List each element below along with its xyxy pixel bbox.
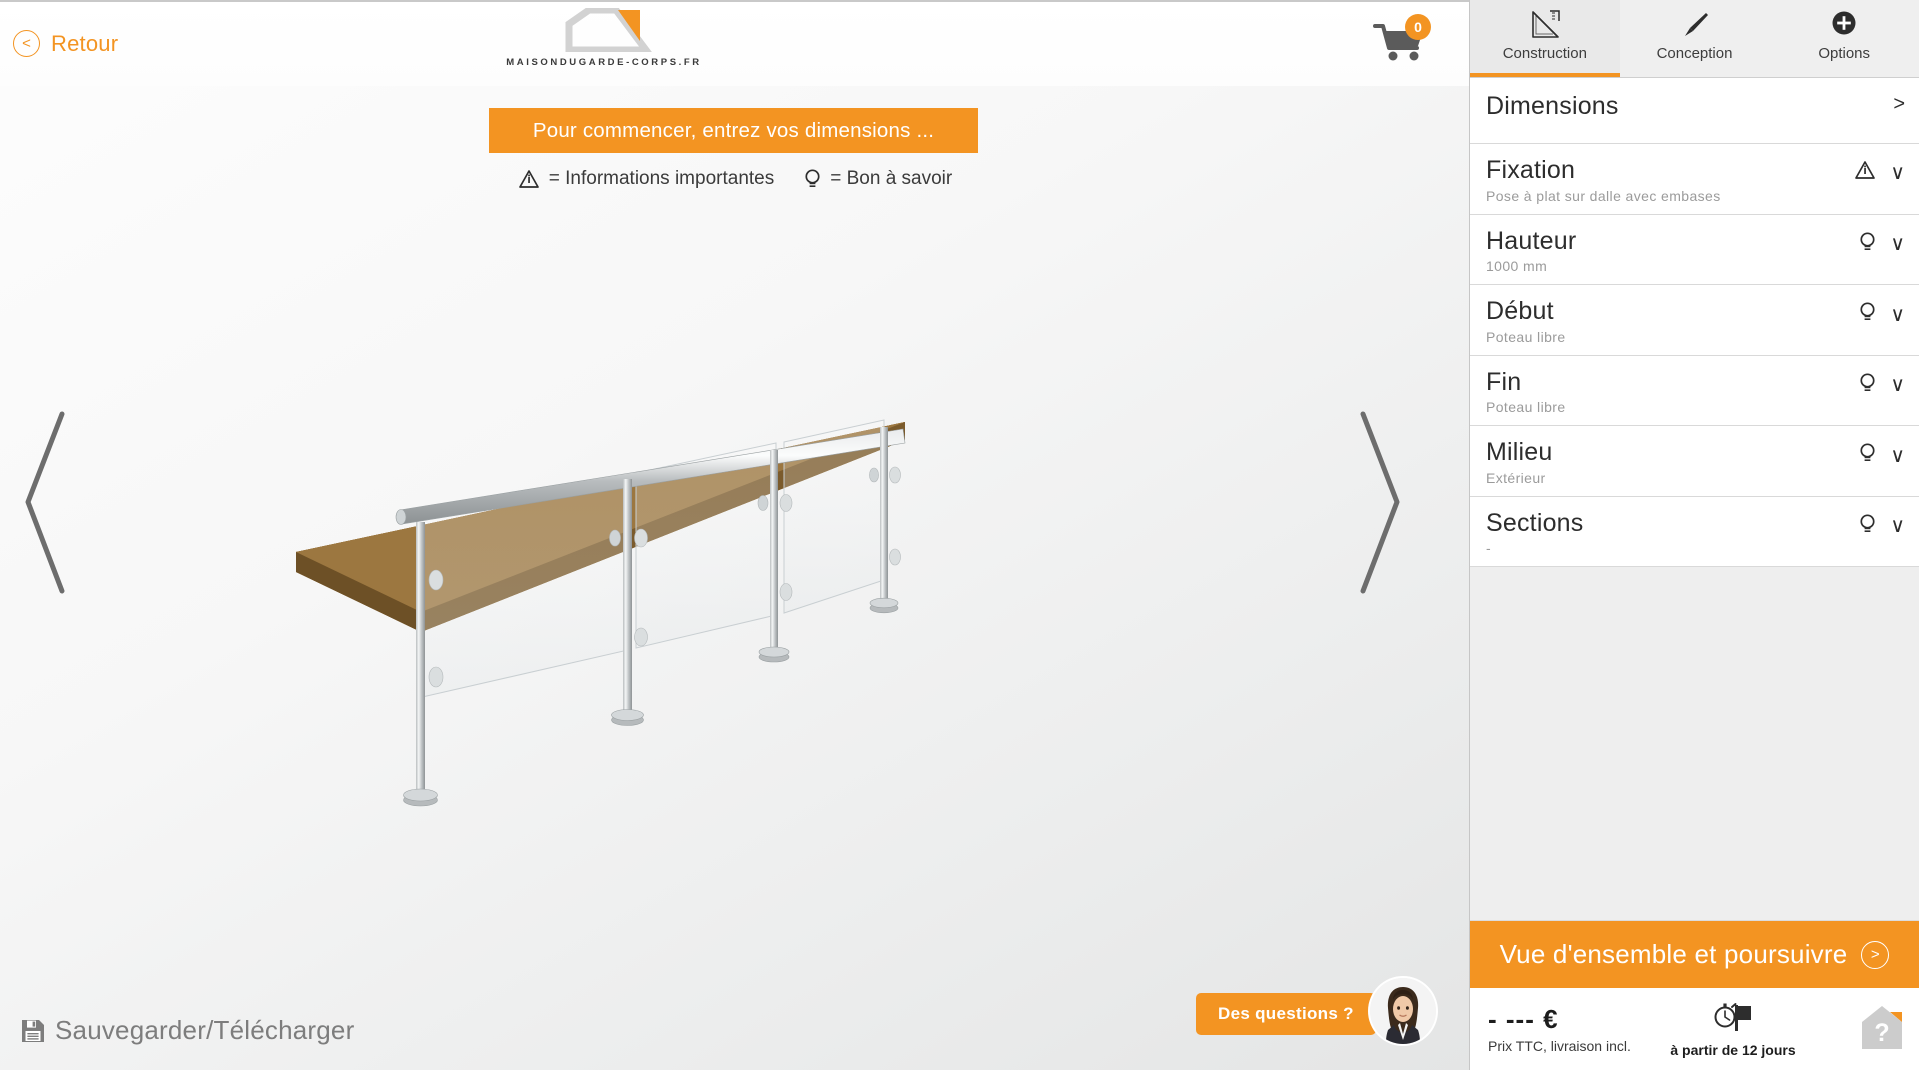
config-row-title: Dimensions — [1486, 92, 1901, 122]
tab-conception-label: Conception — [1657, 45, 1733, 62]
legend-item-tip: = Bon à savoir — [804, 168, 952, 190]
config-row-value: 1000 mm — [1486, 258, 1901, 274]
config-row-value: Poteau libre — [1486, 329, 1901, 345]
config-row-fixation[interactable]: Fixation Pose à plat sur dalle avec emba… — [1470, 144, 1919, 215]
railing-3d-render — [0, 200, 1469, 880]
legend-label-tip: = Bon à savoir — [830, 168, 952, 190]
paintbrush-icon — [1678, 8, 1712, 42]
cart-button[interactable]: 0 — [1373, 14, 1433, 66]
config-row-fin[interactable]: Fin Poteau libre ∨ — [1470, 356, 1919, 427]
tab-conception[interactable]: Conception — [1620, 0, 1770, 77]
delivery-block: à partir de 12 jours — [1658, 1001, 1808, 1058]
warning-triangle-icon[interactable] — [1854, 160, 1876, 185]
lightbulb-icon[interactable] — [1859, 442, 1876, 469]
legend-item-important: = Informations importantes — [518, 168, 774, 190]
lightbulb-icon — [804, 168, 821, 190]
back-button[interactable]: < Retour — [13, 30, 118, 57]
config-row-value: - — [1486, 540, 1901, 556]
config-row-controls: ∨ — [1859, 513, 1905, 540]
price-value: - --- € — [1488, 1004, 1658, 1035]
price-note: Prix TTC, livraison incl. — [1488, 1038, 1658, 1054]
config-row-milieu[interactable]: Milieu Extérieur ∨ — [1470, 426, 1919, 497]
app-root: < Retour MAISONDUGARDE-CORPS.FR 0 — [0, 0, 1919, 1070]
chevron-down-icon[interactable]: ∨ — [1890, 234, 1905, 254]
brand-logo[interactable]: MAISONDUGARDE-CORPS.FR — [504, 8, 704, 80]
chat-question-button[interactable]: Des questions ? — [1196, 993, 1376, 1035]
chevron-down-icon[interactable]: ∨ — [1890, 446, 1905, 466]
legend-label-important: = Informations importantes — [549, 168, 774, 190]
house-question-mark-icon: ? — [1859, 1003, 1905, 1051]
start-instruction-banner[interactable]: Pour commencer, entrez vos dimensions ..… — [489, 108, 978, 153]
lightbulb-icon[interactable] — [1859, 231, 1876, 258]
tab-options-label: Options — [1818, 45, 1870, 62]
railing-3d-model[interactable] — [0, 200, 1469, 880]
continue-button[interactable]: Vue d'ensemble et poursuivre > — [1470, 920, 1919, 988]
logo-wordmark: MAISONDUGARDE-CORPS.FR — [504, 57, 704, 68]
config-row-sections[interactable]: Sections - ∨ — [1470, 497, 1919, 568]
config-row-title: Fin — [1486, 368, 1901, 398]
avatar[interactable] — [1370, 978, 1436, 1044]
arrow-right-circle-icon: > — [1861, 941, 1889, 969]
stopwatch-flag-icon — [1711, 1001, 1755, 1040]
delivery-label: à partir de 12 jours — [1670, 1042, 1795, 1058]
logo-mark-icon — [536, 8, 672, 52]
tab-options[interactable]: Options — [1769, 0, 1919, 77]
config-row-controls: > — [1893, 94, 1905, 114]
continue-button-label: Vue d'ensemble et poursuivre — [1500, 939, 1848, 970]
tab-construction-label: Construction — [1503, 45, 1587, 62]
config-row-title: Hauteur — [1486, 227, 1901, 257]
save-download-label: Sauvegarder/Télécharger — [55, 1015, 354, 1046]
svg-text:?: ? — [1874, 1019, 1889, 1047]
chevron-down-icon[interactable]: ∨ — [1890, 305, 1905, 325]
lightbulb-icon[interactable] — [1859, 513, 1876, 540]
panel-tabs: Construction Conception — [1470, 0, 1919, 78]
panel-footer: - --- € Prix TTC, livraison incl. à part… — [1470, 988, 1919, 1070]
panel-empty-area — [1470, 567, 1919, 920]
help-button[interactable]: ? — [1859, 1003, 1905, 1056]
config-row-title: Milieu — [1486, 438, 1901, 468]
chevron-right-icon[interactable]: > — [1893, 94, 1905, 114]
config-row-controls: ∨ — [1859, 231, 1905, 258]
lightbulb-icon[interactable] — [1859, 372, 1876, 399]
set-square-ruler-icon — [1528, 8, 1562, 42]
lightbulb-icon[interactable] — [1859, 301, 1876, 328]
legend: = Informations importantes = Bon à savoi… — [470, 168, 1000, 190]
config-row-title: Début — [1486, 297, 1901, 327]
config-row-controls: ∨ — [1859, 301, 1905, 328]
config-row-title: Sections — [1486, 509, 1901, 539]
config-row-dimensions[interactable]: Dimensions > — [1470, 78, 1919, 144]
plus-circle-icon — [1827, 8, 1861, 42]
floppy-disk-icon — [20, 1018, 46, 1044]
config-rows: Dimensions > Fixation Pose à plat sur da… — [1470, 78, 1919, 567]
chevron-down-icon[interactable]: ∨ — [1890, 516, 1905, 536]
price-block: - --- € Prix TTC, livraison incl. — [1488, 1004, 1658, 1054]
config-row-value: Poteau libre — [1486, 399, 1901, 415]
warning-triangle-icon — [518, 169, 540, 189]
config-row-title: Fixation — [1486, 156, 1901, 186]
chevron-left-icon: < — [13, 30, 40, 57]
back-button-label: Retour — [51, 31, 118, 57]
config-panel: Construction Conception — [1469, 0, 1919, 1070]
config-row-controls: ∨ — [1859, 442, 1905, 469]
chevron-down-icon[interactable]: ∨ — [1890, 375, 1905, 395]
config-row-value: Extérieur — [1486, 470, 1901, 486]
config-row-value: Pose à plat sur dalle avec embases — [1486, 188, 1901, 204]
support-agent-avatar — [1370, 978, 1436, 1044]
cart-count-badge: 0 — [1405, 14, 1431, 40]
config-row-controls: ∨ — [1859, 372, 1905, 399]
tab-construction[interactable]: Construction — [1470, 0, 1620, 77]
top-bar: < Retour MAISONDUGARDE-CORPS.FR 0 — [0, 0, 1469, 86]
chevron-down-icon[interactable]: ∨ — [1890, 163, 1905, 183]
config-row-debut[interactable]: Début Poteau libre ∨ — [1470, 285, 1919, 356]
save-download-button[interactable]: Sauvegarder/Télécharger — [20, 1015, 354, 1046]
configurator-viewport[interactable]: < Retour MAISONDUGARDE-CORPS.FR 0 — [0, 0, 1469, 1070]
config-row-hauteur[interactable]: Hauteur 1000 mm ∨ — [1470, 215, 1919, 286]
config-row-controls: ∨ — [1854, 160, 1905, 185]
